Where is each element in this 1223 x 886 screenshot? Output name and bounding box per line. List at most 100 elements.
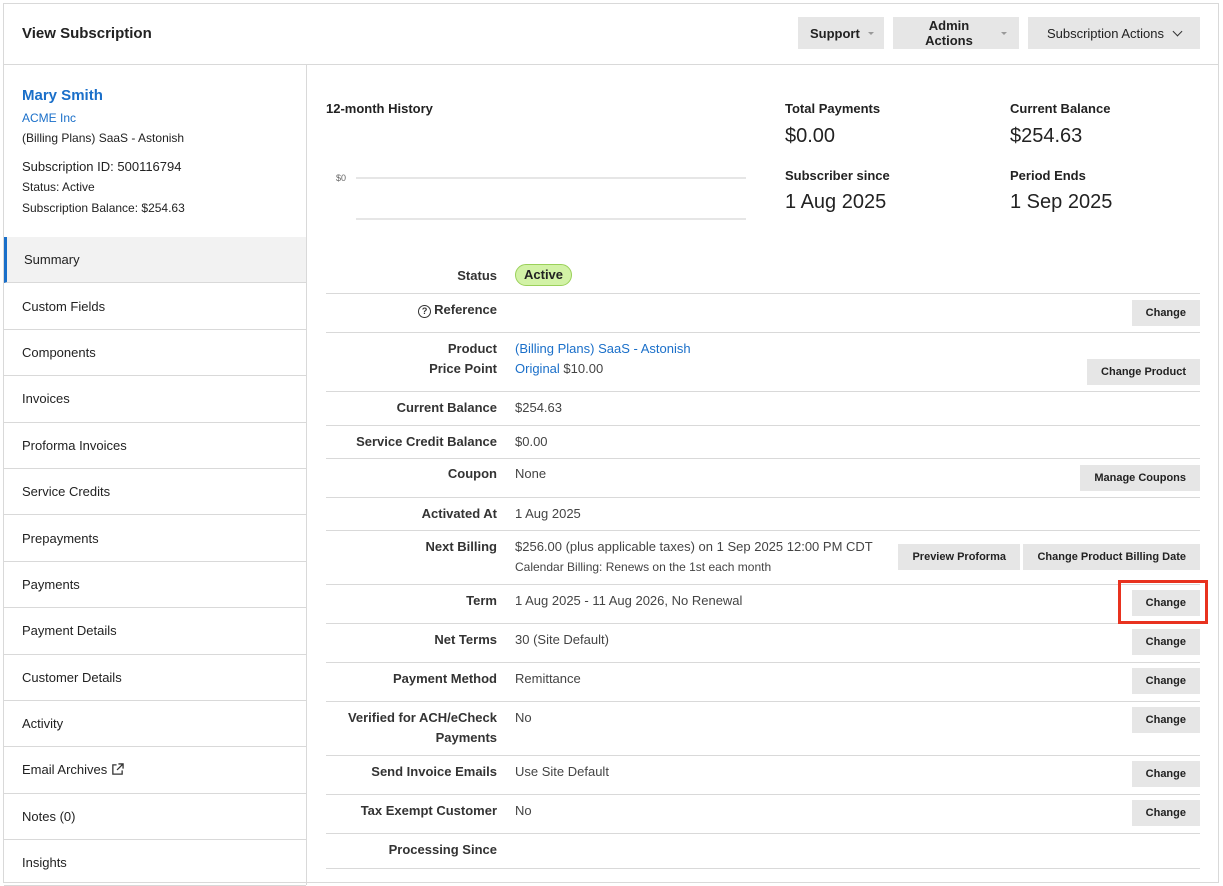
current-balance-label: Current Balance bbox=[1010, 101, 1111, 116]
net-terms-row: Net Terms 30 (Site Default) Change bbox=[326, 624, 1200, 663]
customer-name-link[interactable]: Mary Smith bbox=[22, 87, 103, 104]
current-balance-row-value: $254.63 bbox=[515, 400, 562, 415]
payment-method-row: Payment Method Remittance Change bbox=[326, 663, 1200, 702]
total-payments-value: $0.00 bbox=[785, 125, 836, 147]
sidebar-item-summary[interactable]: Summary bbox=[4, 237, 306, 284]
payment-method-label: Payment Method bbox=[392, 671, 497, 686]
support-label: Support bbox=[810, 25, 860, 41]
coupon-row: Coupon None Manage Coupons bbox=[326, 459, 1200, 498]
sidebar: Mary Smith ACME Inc (Billing Plans) SaaS… bbox=[4, 65, 307, 886]
verified-ach-row: Verified for ACH/eCheck Payments No Chan… bbox=[326, 702, 1200, 756]
verified-ach-change-button[interactable]: Change bbox=[1131, 707, 1200, 733]
support-button[interactable]: Support bbox=[798, 17, 884, 49]
current-balance-row: Current Balance $254.63 bbox=[326, 392, 1200, 426]
page-title: View Subscription bbox=[22, 25, 152, 42]
price-point-link[interactable]: Original bbox=[515, 361, 560, 376]
sidebar-item-label: Email Archives bbox=[22, 762, 108, 778]
subscription-actions-button[interactable]: Subscription Actions bbox=[1028, 17, 1200, 49]
product-link[interactable]: (Billing Plans) SaaS - Astonish bbox=[515, 341, 691, 356]
verified-ach-label-line1: Verified for ACH/eCheck bbox=[347, 710, 497, 725]
preview-proforma-button[interactable]: Preview Proforma bbox=[898, 544, 1020, 570]
send-invoice-value: Use Site Default bbox=[515, 764, 609, 779]
reference-change-button[interactable]: Change bbox=[1131, 300, 1200, 326]
page-frame: View Subscription Support Admin Actions … bbox=[3, 3, 1219, 886]
sidebar-item-email-archives[interactable]: Email Archives bbox=[4, 747, 306, 794]
subscription-actions-label: Subscription Actions bbox=[1046, 25, 1165, 41]
net-terms-label: Net Terms bbox=[434, 632, 497, 647]
details-table: Status Active ? Reference Change Product … bbox=[326, 255, 1200, 869]
sidebar-item-invoices[interactable]: Invoices bbox=[4, 376, 306, 423]
term-label: Term bbox=[466, 593, 497, 608]
subscription-id: Subscription ID: 500116794 bbox=[22, 159, 182, 174]
sidebar-item-custom-fields[interactable]: Custom Fields bbox=[4, 283, 306, 330]
service-credit-row: Service Credit Balance $0.00 bbox=[326, 426, 1200, 459]
sidebar-item-service-credits[interactable]: Service Credits bbox=[4, 469, 306, 516]
term-row: Term 1 Aug 2025 - 11 Aug 2026, No Renewa… bbox=[326, 585, 1200, 624]
caret-down-icon bbox=[867, 31, 874, 35]
status-badge: Active bbox=[515, 264, 573, 286]
admin-actions-button[interactable]: Admin Actions bbox=[893, 17, 1019, 49]
external-link-icon bbox=[112, 763, 124, 776]
tax-exempt-row: Tax Exempt Customer No Change bbox=[326, 795, 1200, 834]
send-invoice-label: Send Invoice Emails bbox=[371, 764, 497, 779]
sidebar-item-prepayments[interactable]: Prepayments bbox=[4, 515, 306, 562]
activated-row: Activated At 1 Aug 2025 bbox=[326, 498, 1200, 531]
customer-plan: (Billing Plans) SaaS - Astonish bbox=[22, 131, 185, 145]
period-ends-value: 1 Sep 2025 bbox=[1010, 191, 1113, 213]
processing-since-label: Processing Since bbox=[388, 842, 497, 857]
payment-method-change-button[interactable]: Change bbox=[1131, 668, 1200, 694]
send-invoice-row: Send Invoice Emails Use Site Default Cha… bbox=[326, 756, 1200, 795]
history-chart: $0 bbox=[336, 173, 746, 220]
reference-label-text: Reference bbox=[434, 302, 497, 317]
next-billing-value: $256.00 (plus applicable taxes) on 1 Sep… bbox=[515, 537, 873, 577]
manage-coupons-button[interactable]: Manage Coupons bbox=[1080, 465, 1200, 491]
history-title: 12-month History bbox=[326, 101, 433, 116]
sidebar-item-proforma-invoices[interactable]: Proforma Invoices bbox=[4, 423, 306, 469]
net-terms-value: 30 (Site Default) bbox=[515, 632, 609, 647]
net-terms-change-button[interactable]: Change bbox=[1131, 629, 1200, 655]
customer-org-link[interactable]: ACME Inc bbox=[22, 111, 76, 125]
sidebar-item-payments[interactable]: Payments bbox=[4, 562, 306, 609]
caret-down-icon bbox=[1001, 31, 1007, 35]
change-product-button[interactable]: Change Product bbox=[1087, 359, 1200, 385]
change-billing-date-button[interactable]: Change Product Billing Date bbox=[1023, 544, 1200, 570]
help-icon[interactable]: ? bbox=[418, 305, 432, 318]
current-balance-value: $254.63 bbox=[1010, 125, 1083, 147]
price-point-amount: $10.00 bbox=[563, 361, 604, 376]
product-label: Product bbox=[447, 341, 497, 356]
send-invoice-change-button[interactable]: Change bbox=[1131, 761, 1200, 787]
next-billing-sub: Calendar Billing: Renews on the 1st each… bbox=[515, 560, 772, 574]
period-ends-label: Period Ends bbox=[1010, 168, 1086, 183]
tax-exempt-label: Tax Exempt Customer bbox=[360, 803, 497, 818]
term-value: 1 Aug 2025 - 11 Aug 2026, No Renewal bbox=[515, 593, 743, 608]
service-credit-label: Service Credit Balance bbox=[356, 434, 497, 449]
subscriber-since-value: 1 Aug 2025 bbox=[785, 191, 887, 213]
sidebar-item-components[interactable]: Components bbox=[4, 330, 306, 377]
service-credit-value: $0.00 bbox=[515, 434, 548, 449]
y-tick-label: $0 bbox=[336, 173, 346, 183]
activated-value: 1 Aug 2025 bbox=[515, 506, 581, 521]
page-header: View Subscription Support Admin Actions … bbox=[4, 4, 1218, 65]
subscription-status: Status: Active bbox=[22, 180, 95, 194]
sidebar-item-notes[interactable]: Notes (0) bbox=[4, 794, 306, 841]
current-balance-row-label: Current Balance bbox=[396, 400, 497, 415]
status-label: Status bbox=[457, 268, 497, 283]
subscriber-since-label: Subscriber since bbox=[785, 168, 890, 183]
sidebar-item-insights[interactable]: Insights bbox=[4, 840, 306, 886]
sidebar-item-activity[interactable]: Activity bbox=[4, 701, 306, 748]
sidebar-item-customer-details[interactable]: Customer Details bbox=[4, 655, 306, 701]
highlight-box bbox=[1118, 580, 1208, 624]
processing-since-row: Processing Since bbox=[326, 834, 1200, 869]
main-content: 12-month History $0 Total Payments $0.00… bbox=[308, 65, 1218, 885]
sidebar-item-payment-details[interactable]: Payment Details bbox=[4, 608, 306, 655]
tax-exempt-value: No bbox=[515, 803, 532, 818]
sidebar-nav: Summary Custom Fields Components Invoice… bbox=[4, 237, 306, 886]
admin-actions-label: Admin Actions bbox=[925, 18, 973, 48]
next-billing-text: $256.00 (plus applicable taxes) on 1 Sep… bbox=[515, 539, 873, 554]
verified-ach-label-line2: Payments bbox=[435, 730, 497, 745]
coupon-value: None bbox=[515, 466, 547, 481]
price-point-label: Price Point bbox=[429, 361, 497, 376]
reference-label: ? Reference bbox=[317, 300, 497, 320]
subscription-balance: Subscription Balance: $254.63 bbox=[22, 201, 185, 215]
tax-exempt-change-button[interactable]: Change bbox=[1131, 800, 1200, 826]
